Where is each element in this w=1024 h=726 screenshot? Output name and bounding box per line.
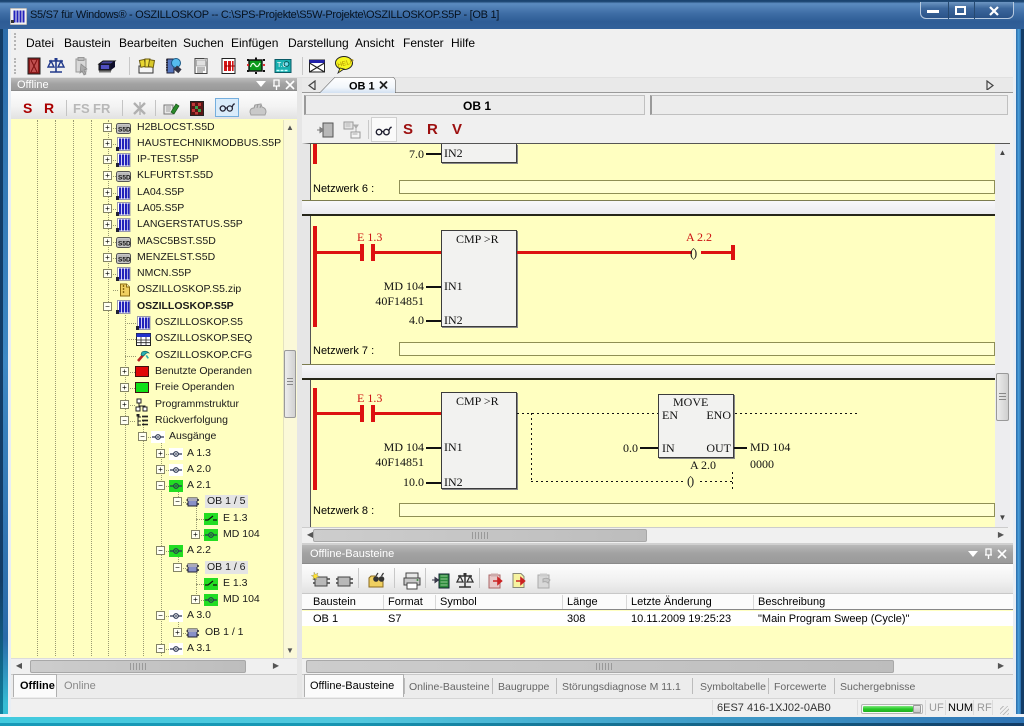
svg-text:S5D: S5D [118,241,131,248]
svg-text:S5D: S5D [118,257,131,264]
svg-text:S5D: S5D [118,175,131,182]
svg-text:OB 1: OB 1 [349,81,375,93]
svg-text:S5D: S5D [118,127,131,134]
